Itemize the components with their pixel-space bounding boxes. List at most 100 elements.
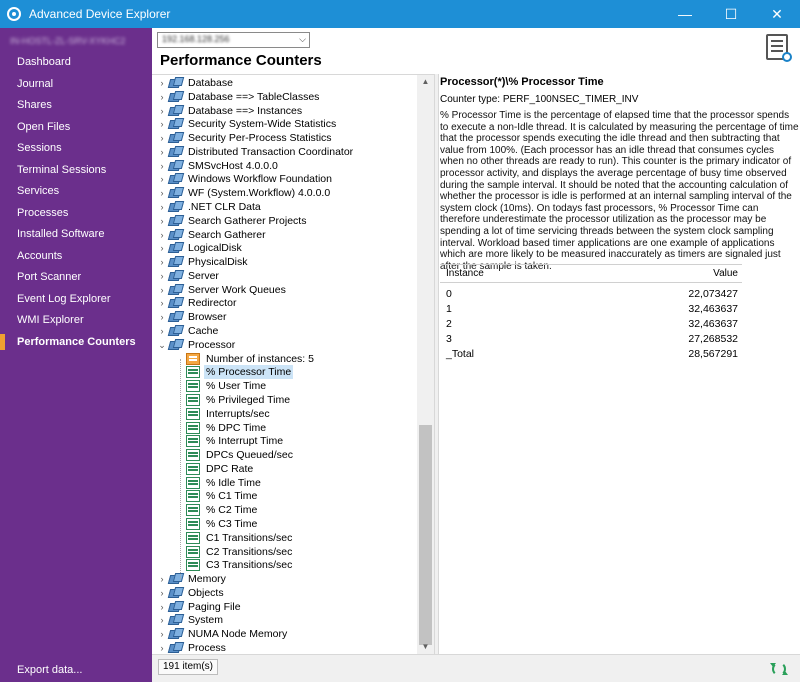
tree-counter[interactable]: DPCs Queued/sec bbox=[174, 448, 295, 462]
sidebar-item-wmi-explorer[interactable]: WMI Explorer bbox=[0, 310, 152, 330]
tree-counter[interactable]: % Interrupt Time bbox=[174, 434, 285, 448]
tree-category[interactable]: › Database ==> TableClasses bbox=[156, 90, 321, 104]
tree-category[interactable]: › Objects bbox=[156, 586, 226, 600]
chevron-down-icon[interactable]: ⌄ bbox=[156, 338, 168, 352]
sidebar-item-terminal-sessions[interactable]: Terminal Sessions bbox=[0, 160, 152, 180]
column-instance[interactable]: Instance bbox=[446, 265, 484, 283]
sidebar-item-dashboard[interactable]: Dashboard bbox=[0, 52, 152, 72]
chevron-right-icon[interactable]: › bbox=[156, 90, 168, 104]
tree-counter[interactable]: C3 Transitions/sec bbox=[174, 558, 294, 572]
tree-category[interactable]: › Windows Workflow Foundation bbox=[156, 172, 334, 186]
chevron-right-icon[interactable]: › bbox=[156, 586, 168, 600]
sidebar-item-sessions[interactable]: Sessions bbox=[0, 138, 152, 158]
minimize-button[interactable]: — bbox=[662, 0, 708, 28]
tree-counter[interactable]: % C2 Time bbox=[174, 503, 259, 517]
tree-counter[interactable]: % DPC Time bbox=[174, 421, 268, 435]
tree-counter[interactable]: % Processor Time bbox=[174, 365, 294, 380]
table-row[interactable]: 3 27,268532 bbox=[440, 332, 742, 347]
pane-splitter[interactable] bbox=[434, 74, 439, 654]
tree-category[interactable]: › Redirector bbox=[156, 296, 238, 310]
sidebar-item-shares[interactable]: Shares bbox=[0, 95, 152, 115]
scroll-down-arrow-icon[interactable]: ▼ bbox=[417, 640, 434, 654]
tree-category[interactable]: › System bbox=[156, 613, 225, 627]
tree-category[interactable]: › WF (System.Workflow) 4.0.0.0 bbox=[156, 186, 332, 200]
chevron-right-icon[interactable]: › bbox=[156, 283, 168, 297]
chevron-right-icon[interactable]: › bbox=[156, 145, 168, 159]
close-button[interactable]: ✕ bbox=[754, 0, 800, 28]
tree-instances-count[interactable]: Number of instances: 5 bbox=[174, 352, 316, 366]
tree-category[interactable]: › PhysicalDisk bbox=[156, 255, 250, 269]
sidebar-item-port-scanner[interactable]: Port Scanner bbox=[0, 267, 152, 287]
tree-category[interactable]: › Browser bbox=[156, 310, 229, 324]
chevron-right-icon[interactable]: › bbox=[156, 572, 168, 586]
scroll-thumb[interactable] bbox=[419, 425, 432, 645]
chevron-right-icon[interactable]: › bbox=[156, 241, 168, 255]
chevron-right-icon[interactable]: › bbox=[156, 186, 168, 200]
tree-category[interactable]: › SMSvcHost 4.0.0.0 bbox=[156, 159, 280, 173]
tree-counter[interactable]: % C1 Time bbox=[174, 489, 259, 503]
table-row[interactable]: 1 32,463637 bbox=[440, 302, 742, 317]
chevron-right-icon[interactable]: › bbox=[156, 117, 168, 131]
chevron-right-icon[interactable]: › bbox=[156, 310, 168, 324]
tree-counter[interactable]: % User Time bbox=[174, 379, 268, 393]
tree-category[interactable]: › Search Gatherer Projects bbox=[156, 214, 308, 228]
tree-category[interactable]: › .NET CLR Data bbox=[156, 200, 263, 214]
table-row[interactable]: 2 32,463637 bbox=[440, 317, 742, 332]
tree-scrollbar[interactable]: ▲ ▼ bbox=[417, 75, 434, 654]
chevron-right-icon[interactable]: › bbox=[156, 296, 168, 310]
tree-category[interactable]: › Database ==> Instances bbox=[156, 104, 304, 118]
tree-category[interactable]: › Search Gatherer bbox=[156, 228, 268, 242]
sidebar-item-event-log-explorer[interactable]: Event Log Explorer bbox=[0, 289, 152, 309]
sidebar-item-installed-software[interactable]: Installed Software bbox=[0, 224, 152, 244]
table-row[interactable]: 0 22,073427 bbox=[440, 287, 742, 302]
report-search-icon[interactable] bbox=[766, 34, 792, 62]
chevron-right-icon[interactable]: › bbox=[156, 613, 168, 627]
chevron-right-icon[interactable]: › bbox=[156, 172, 168, 186]
chevron-right-icon[interactable]: › bbox=[156, 255, 168, 269]
tree-category[interactable]: › Distributed Transaction Coordinator bbox=[156, 145, 355, 159]
ip-address-select[interactable]: 192.168.128.256 ⌵ bbox=[157, 32, 310, 48]
tree-category[interactable]: › Memory bbox=[156, 572, 228, 586]
tree-counter[interactable]: DPC Rate bbox=[174, 462, 255, 476]
sidebar-item-processes[interactable]: Processes bbox=[0, 203, 152, 223]
tree-counter[interactable]: % Privileged Time bbox=[174, 393, 292, 407]
chevron-right-icon[interactable]: › bbox=[156, 228, 168, 242]
tree-category[interactable]: › NUMA Node Memory bbox=[156, 627, 289, 641]
refresh-icon[interactable] bbox=[770, 662, 788, 676]
chevron-right-icon[interactable]: › bbox=[156, 200, 168, 214]
chevron-right-icon[interactable]: › bbox=[156, 76, 168, 90]
export-data-link[interactable]: Export data... bbox=[17, 664, 82, 676]
tree-category[interactable]: › Paging File bbox=[156, 600, 243, 614]
tree-category[interactable]: › Security System-Wide Statistics bbox=[156, 117, 338, 131]
sidebar-item-services[interactable]: Services bbox=[0, 181, 152, 201]
tree-category[interactable]: › LogicalDisk bbox=[156, 241, 244, 255]
tree-counter[interactable]: C2 Transitions/sec bbox=[174, 545, 294, 559]
tree-category[interactable]: › Cache bbox=[156, 324, 220, 338]
chevron-right-icon[interactable]: › bbox=[156, 214, 168, 228]
sidebar-item-open-files[interactable]: Open Files bbox=[0, 117, 152, 137]
chevron-right-icon[interactable]: › bbox=[156, 269, 168, 283]
chevron-right-icon[interactable]: › bbox=[156, 600, 168, 614]
scroll-up-arrow-icon[interactable]: ▲ bbox=[417, 75, 434, 89]
chevron-right-icon[interactable]: › bbox=[156, 324, 168, 338]
chevron-right-icon[interactable]: › bbox=[156, 104, 168, 118]
tree-category[interactable]: › Process bbox=[156, 641, 228, 654]
chevron-right-icon[interactable]: › bbox=[156, 627, 168, 641]
sidebar-item-performance-counters[interactable]: Performance Counters bbox=[0, 332, 152, 352]
tree-category-processor[interactable]: ⌄ Processor bbox=[156, 338, 237, 352]
tree-counter[interactable]: % C3 Time bbox=[174, 517, 259, 531]
tree-category[interactable]: › Security Per-Process Statistics bbox=[156, 131, 334, 145]
sidebar-item-accounts[interactable]: Accounts bbox=[0, 246, 152, 266]
chevron-right-icon[interactable]: › bbox=[156, 641, 168, 654]
column-value[interactable]: Value bbox=[713, 265, 738, 283]
tree-counter[interactable]: Interrupts/sec bbox=[174, 407, 272, 421]
table-row[interactable]: _Total 28,567291 bbox=[440, 347, 742, 362]
chevron-right-icon[interactable]: › bbox=[156, 131, 168, 145]
tree-category[interactable]: › Server bbox=[156, 269, 221, 283]
maximize-button[interactable]: ☐ bbox=[708, 0, 754, 28]
sidebar-item-journal[interactable]: Journal bbox=[0, 74, 152, 94]
tree-category[interactable]: › Database bbox=[156, 76, 235, 90]
counter-tree[interactable]: › Database › Database ==> TableClasses › Data… bbox=[152, 74, 434, 654]
tree-counter[interactable]: C1 Transitions/sec bbox=[174, 531, 294, 545]
tree-counter[interactable]: % Idle Time bbox=[174, 476, 263, 490]
